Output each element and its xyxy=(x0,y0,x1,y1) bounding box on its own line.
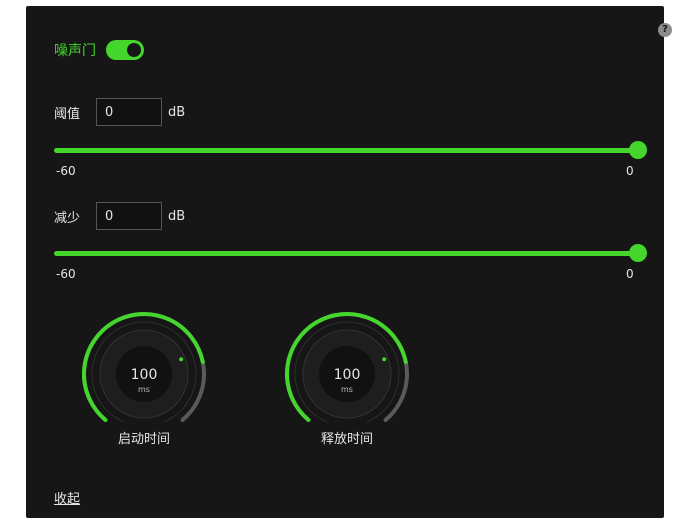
threshold-input[interactable] xyxy=(96,98,162,126)
reduction-min-label: -60 xyxy=(56,267,76,281)
slider-fill xyxy=(54,251,638,256)
threshold-label: 阈值 xyxy=(54,106,81,122)
attack-label: 启动时间 xyxy=(117,432,170,447)
help-icon[interactable]: ? xyxy=(658,23,672,37)
noise-gate-title: 噪声门 xyxy=(54,43,96,59)
threshold-min-label: -60 xyxy=(56,164,76,178)
threshold-row: 阈值 dB xyxy=(54,98,185,126)
noise-gate-toggle[interactable] xyxy=(106,40,144,60)
release-label: 释放时间 xyxy=(320,432,373,447)
slider-thumb[interactable] xyxy=(629,244,647,262)
reduction-input[interactable] xyxy=(96,202,162,230)
knob-indicator xyxy=(179,357,184,362)
toggle-knob xyxy=(127,43,141,57)
knob-indicator xyxy=(382,357,387,362)
attack-value: 100 xyxy=(131,367,158,383)
release-knob[interactable]: 100 ms xyxy=(277,302,417,422)
attack-knob[interactable]: 100 ms xyxy=(74,302,214,422)
collapse-link[interactable]: 收起 xyxy=(54,488,80,507)
threshold-max-label: 0 xyxy=(626,164,634,178)
reduction-label: 减少 xyxy=(54,210,81,226)
slider-fill xyxy=(54,148,638,153)
attack-knob-group: 100 ms 启动时间 xyxy=(74,302,214,447)
release-value: 100 xyxy=(334,367,361,383)
release-unit: ms xyxy=(341,385,353,394)
noise-gate-header: 噪声门 xyxy=(54,40,144,60)
attack-unit: ms xyxy=(138,385,150,394)
threshold-unit: dB xyxy=(168,104,186,120)
threshold-slider[interactable] xyxy=(54,140,647,160)
slider-thumb[interactable] xyxy=(629,141,647,159)
reduction-max-label: 0 xyxy=(626,267,634,281)
release-knob-group: 100 ms 释放时间 xyxy=(277,302,417,447)
reduction-row: 减少 dB xyxy=(54,202,185,230)
reduction-unit: dB xyxy=(168,208,186,224)
reduction-slider[interactable] xyxy=(54,243,647,263)
